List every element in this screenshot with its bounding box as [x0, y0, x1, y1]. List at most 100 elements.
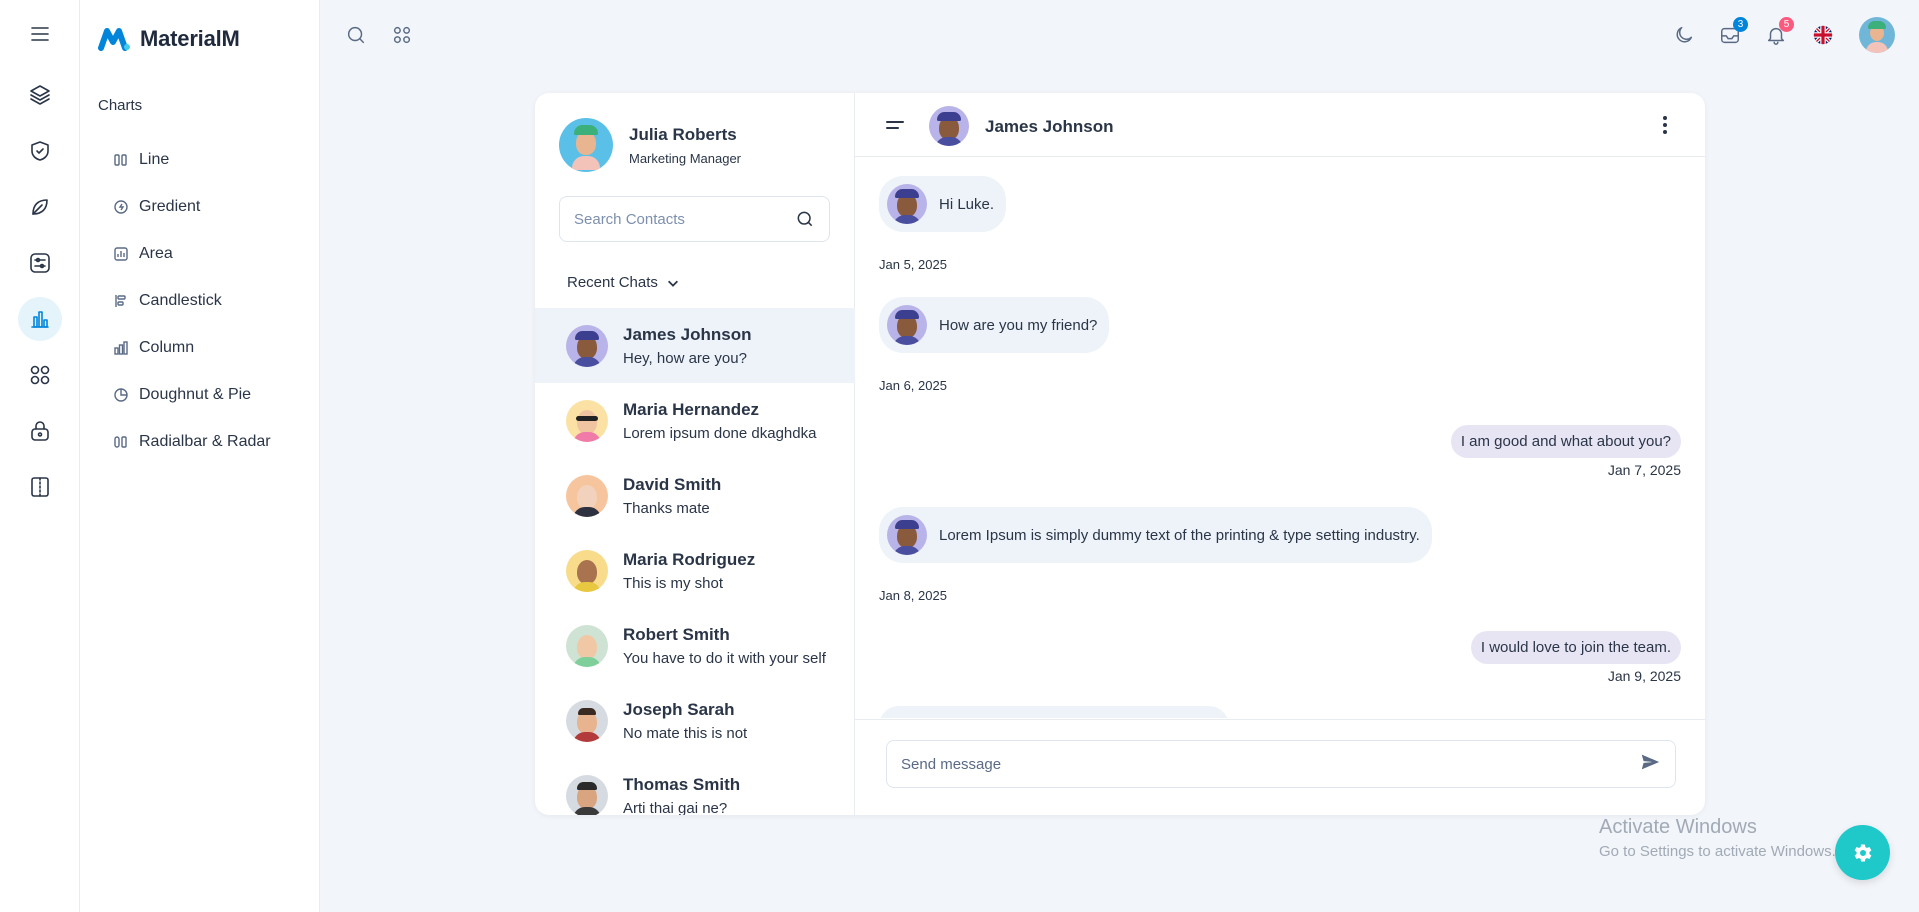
chat-card: Julia Roberts Marketing Manager Recent C…: [535, 93, 1705, 815]
sliders-icon[interactable]: [18, 241, 62, 285]
book-icon[interactable]: [18, 465, 62, 509]
pie-chart-icon: [114, 387, 128, 402]
search-icon[interactable]: [338, 17, 374, 53]
contact-item[interactable]: Maria Hernandez Lorem ipsum done dkaghdk…: [535, 383, 855, 458]
search-contacts-input[interactable]: [574, 210, 795, 228]
recent-chats-label: Recent Chats: [567, 274, 658, 291]
brand[interactable]: MaterialM: [98, 26, 240, 52]
contact-avatar: [566, 474, 608, 517]
send-message-input[interactable]: [901, 755, 1639, 773]
profile-avatar: [559, 118, 613, 172]
sidebar-item-candlestick[interactable]: Candlestick: [113, 277, 271, 324]
sidebar-item-label: Doughnut & Pie: [139, 385, 252, 403]
brand-name: MaterialM: [140, 26, 240, 51]
contact-last-message: Lorem ipsum done dkaghdka: [623, 424, 817, 442]
sidebar-item-label: Area: [139, 244, 173, 262]
message-date: Jan 7, 2025: [1607, 462, 1681, 478]
contact-avatar: [566, 399, 608, 442]
message-composer: [855, 719, 1705, 815]
contact-item[interactable]: Joseph Sarah No mate this is not: [535, 683, 855, 758]
more-options-icon[interactable]: [1653, 113, 1677, 137]
contact-last-message: No mate this is not: [623, 724, 748, 742]
contact-item[interactable]: Thomas Smith Arti thai gai ne?: [535, 758, 855, 815]
contact-list: James Johnson Hey, how are you? Maria He…: [535, 308, 855, 815]
line-chart-icon: [114, 153, 127, 166]
moon-icon[interactable]: [1666, 17, 1702, 53]
contact-name: James Johnson: [623, 324, 752, 344]
message-avatar: [887, 515, 927, 555]
radialbar-icon: [114, 435, 127, 448]
contacts-panel: Julia Roberts Marketing Manager Recent C…: [535, 93, 855, 815]
chat-contact-name: James Johnson: [985, 117, 1114, 136]
contact-name: Maria Rodriguez: [623, 549, 756, 569]
profile-role: Marketing Manager: [629, 150, 741, 166]
contact-avatar: [566, 549, 608, 592]
chat-header: James Johnson: [855, 93, 1705, 157]
search-icon[interactable]: [795, 209, 815, 229]
mail-badge: 3: [1733, 17, 1748, 32]
brand-logo-icon: [98, 28, 130, 51]
contact-name: Robert Smith: [623, 624, 730, 644]
message-text: Lorem Ipsum is simply dummy text of the …: [939, 526, 1420, 544]
message-date: Jan 9, 2025: [1607, 668, 1681, 684]
shield-icon[interactable]: [18, 129, 62, 173]
contact-last-message: You have to do it with your self: [623, 649, 826, 667]
apps-grid-icon[interactable]: [384, 17, 420, 53]
leaf-icon[interactable]: [18, 185, 62, 229]
sidebar-item-line[interactable]: Line: [113, 136, 271, 183]
sidebar-item-column[interactable]: Column: [113, 324, 271, 371]
message-date: Jan 8, 2025: [879, 588, 947, 603]
user-avatar[interactable]: [1859, 17, 1895, 53]
watermark-subtitle: Go to Settings to activate Windows.: [1599, 843, 1836, 860]
notification-badge: 5: [1779, 17, 1794, 32]
chart-icon[interactable]: [18, 297, 62, 341]
sidebar: MaterialM Charts Line Gredient Area Cand…: [80, 0, 320, 912]
contact-last-message: Hey, how are you?: [623, 349, 747, 367]
send-icon[interactable]: [1639, 751, 1661, 778]
contact-name: Joseph Sarah: [623, 699, 735, 719]
sidebar-item-label: Candlestick: [139, 291, 222, 309]
profile-header: Julia Roberts Marketing Manager: [559, 118, 741, 172]
contact-item[interactable]: Maria Rodriguez This is my shot: [535, 533, 855, 608]
uk-flag-icon[interactable]: [1805, 17, 1841, 53]
contacts-search[interactable]: [559, 196, 830, 242]
sidebar-item-doughnut-pie[interactable]: Doughnut & Pie: [113, 371, 271, 418]
message-text: Hi Luke.: [939, 195, 995, 213]
layers-icon[interactable]: [18, 73, 62, 117]
chevron-down-icon: [667, 280, 678, 287]
message-date: Jan 5, 2025: [879, 257, 947, 272]
mail-icon[interactable]: 3: [1712, 17, 1748, 53]
contact-item[interactable]: Robert Smith You have to do it with your…: [535, 608, 855, 683]
sidebar-item-gredient[interactable]: Gredient: [113, 183, 271, 230]
sidebar-item-radialbar-radar[interactable]: Radialbar & Radar: [113, 418, 271, 465]
apps-icon[interactable]: [18, 353, 62, 397]
lock-icon[interactable]: [18, 409, 62, 453]
message-outgoing: I would love to join the team.: [1470, 631, 1681, 664]
contact-item[interactable]: David Smith Thanks mate: [535, 458, 855, 533]
icon-rail: [0, 0, 80, 912]
message-list: Hi Luke. Jan 5, 2025 How are you my frie…: [855, 158, 1705, 718]
activate-windows-watermark: Activate Windows Go to Settings to activ…: [1599, 816, 1836, 860]
message-incoming: How are you my friend?: [879, 297, 1110, 353]
hamburger-menu-icon[interactable]: [18, 12, 62, 56]
contact-last-message: This is my shot: [623, 574, 724, 592]
menu-lines-icon[interactable]: [885, 115, 907, 135]
profile-name: Julia Roberts: [629, 124, 737, 144]
settings-fab[interactable]: [1835, 825, 1890, 880]
candlestick-icon: [115, 294, 126, 307]
message-avatar: [887, 184, 927, 224]
chat-panel: James Johnson Hi Luke. Jan 5, 2025 How a…: [855, 93, 1705, 815]
recent-chats-dropdown[interactable]: Recent Chats: [567, 274, 680, 291]
watermark-title: Activate Windows: [1599, 816, 1757, 838]
contact-name: Maria Hernandez: [623, 399, 760, 419]
contact-item[interactable]: James Johnson Hey, how are you?: [535, 308, 855, 383]
message-text: How are you my friend?: [939, 316, 1098, 334]
chat-contact-avatar: [929, 106, 969, 146]
contact-avatar: [566, 774, 608, 815]
bell-icon[interactable]: 5: [1758, 17, 1794, 53]
sidebar-item-label: Line: [139, 150, 170, 168]
sidebar-item-area[interactable]: Area: [113, 230, 271, 277]
contact-avatar: [566, 324, 608, 367]
composer-box[interactable]: [886, 740, 1676, 788]
sidebar-item-label: Gredient: [139, 197, 201, 215]
